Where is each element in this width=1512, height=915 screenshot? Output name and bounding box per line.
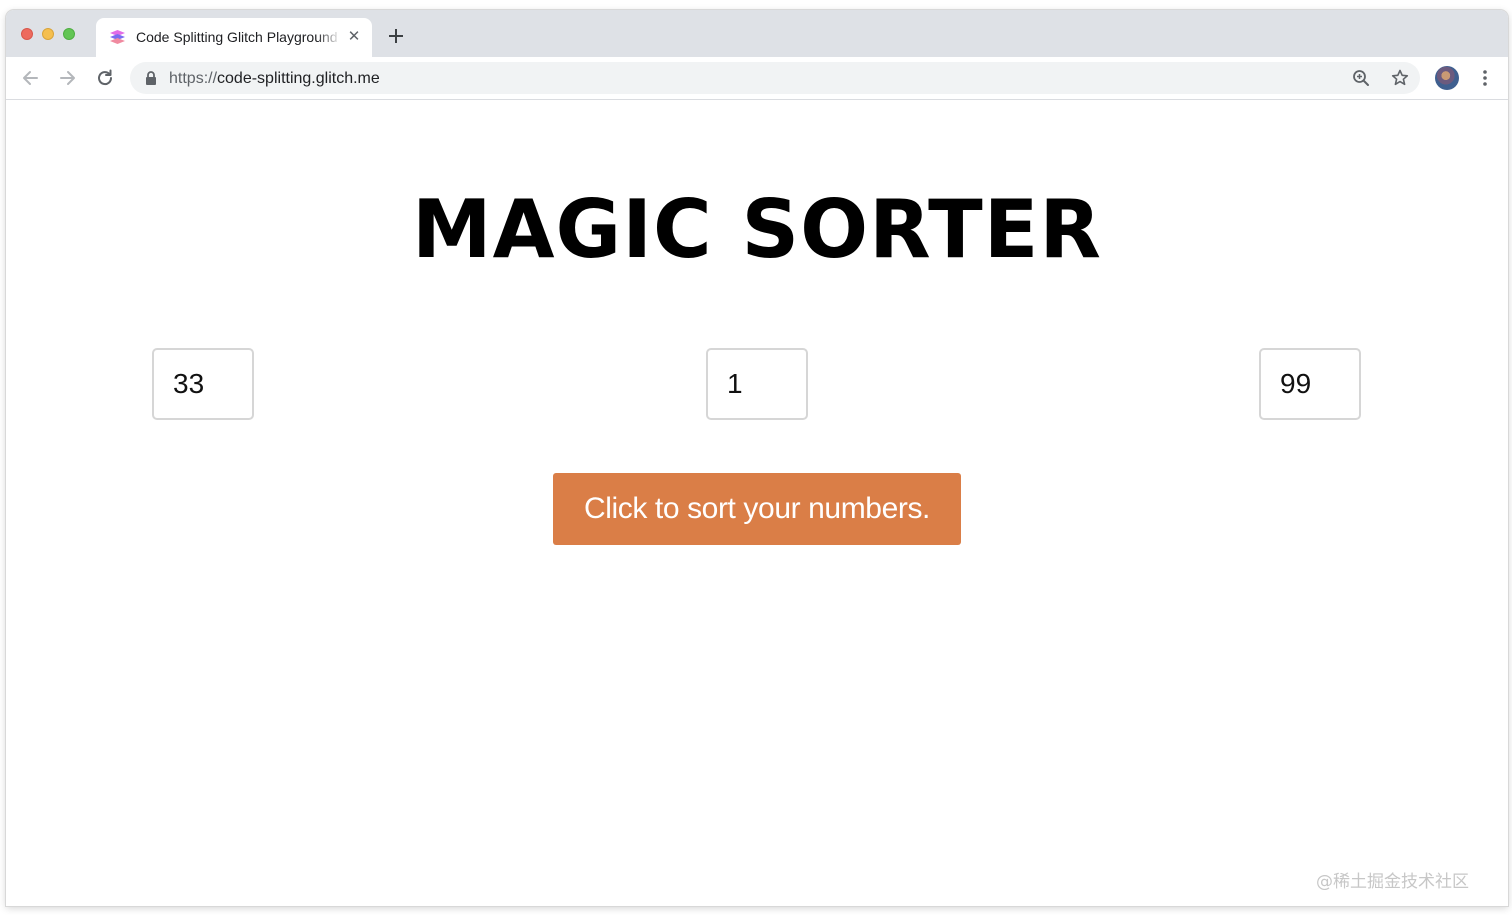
url-host: code-splitting.glitch.me [217, 70, 380, 87]
zoom-icon[interactable] [1351, 68, 1371, 88]
tab-close-icon[interactable]: ✕ [346, 29, 362, 45]
minimize-window-button[interactable] [42, 28, 54, 40]
kebab-menu-icon[interactable] [1475, 68, 1495, 88]
watermark: @稀土掘金技术社区 [1316, 872, 1469, 892]
number-input-3[interactable] [1259, 348, 1361, 420]
glitch-favicon-icon [108, 28, 127, 47]
page-content: MAGIC SORTER Click to sort your numbers. [6, 100, 1508, 906]
close-window-button[interactable] [21, 28, 33, 40]
star-icon[interactable] [1390, 68, 1410, 88]
number-input-1[interactable] [152, 348, 254, 420]
lock-icon[interactable] [145, 71, 157, 85]
arrow-right-icon[interactable] [56, 67, 78, 89]
arrow-left-icon[interactable] [20, 67, 42, 89]
tab-strip: Code Splitting Glitch Playground ✕ [6, 10, 1508, 57]
url-text: https://code-splitting.glitch.me [169, 70, 380, 88]
browser-window: Code Splitting Glitch Playground ✕ https… [6, 10, 1508, 906]
profile-avatar[interactable] [1435, 66, 1459, 90]
tab-active[interactable]: Code Splitting Glitch Playground ✕ [96, 18, 372, 57]
sort-numbers-button[interactable]: Click to sort your numbers. [553, 473, 961, 545]
url-scheme: https:// [169, 70, 218, 87]
maximize-window-button[interactable] [63, 28, 75, 40]
tab-title: Code Splitting Glitch Playground [136, 29, 338, 45]
plus-icon[interactable] [386, 26, 406, 46]
page-title: MAGIC SORTER [412, 183, 1102, 276]
number-input-2[interactable] [706, 348, 808, 420]
reload-icon[interactable] [94, 67, 116, 89]
address-bar[interactable]: https://code-splitting.glitch.me [130, 62, 1420, 94]
browser-toolbar: https://code-splitting.glitch.me [6, 57, 1508, 100]
